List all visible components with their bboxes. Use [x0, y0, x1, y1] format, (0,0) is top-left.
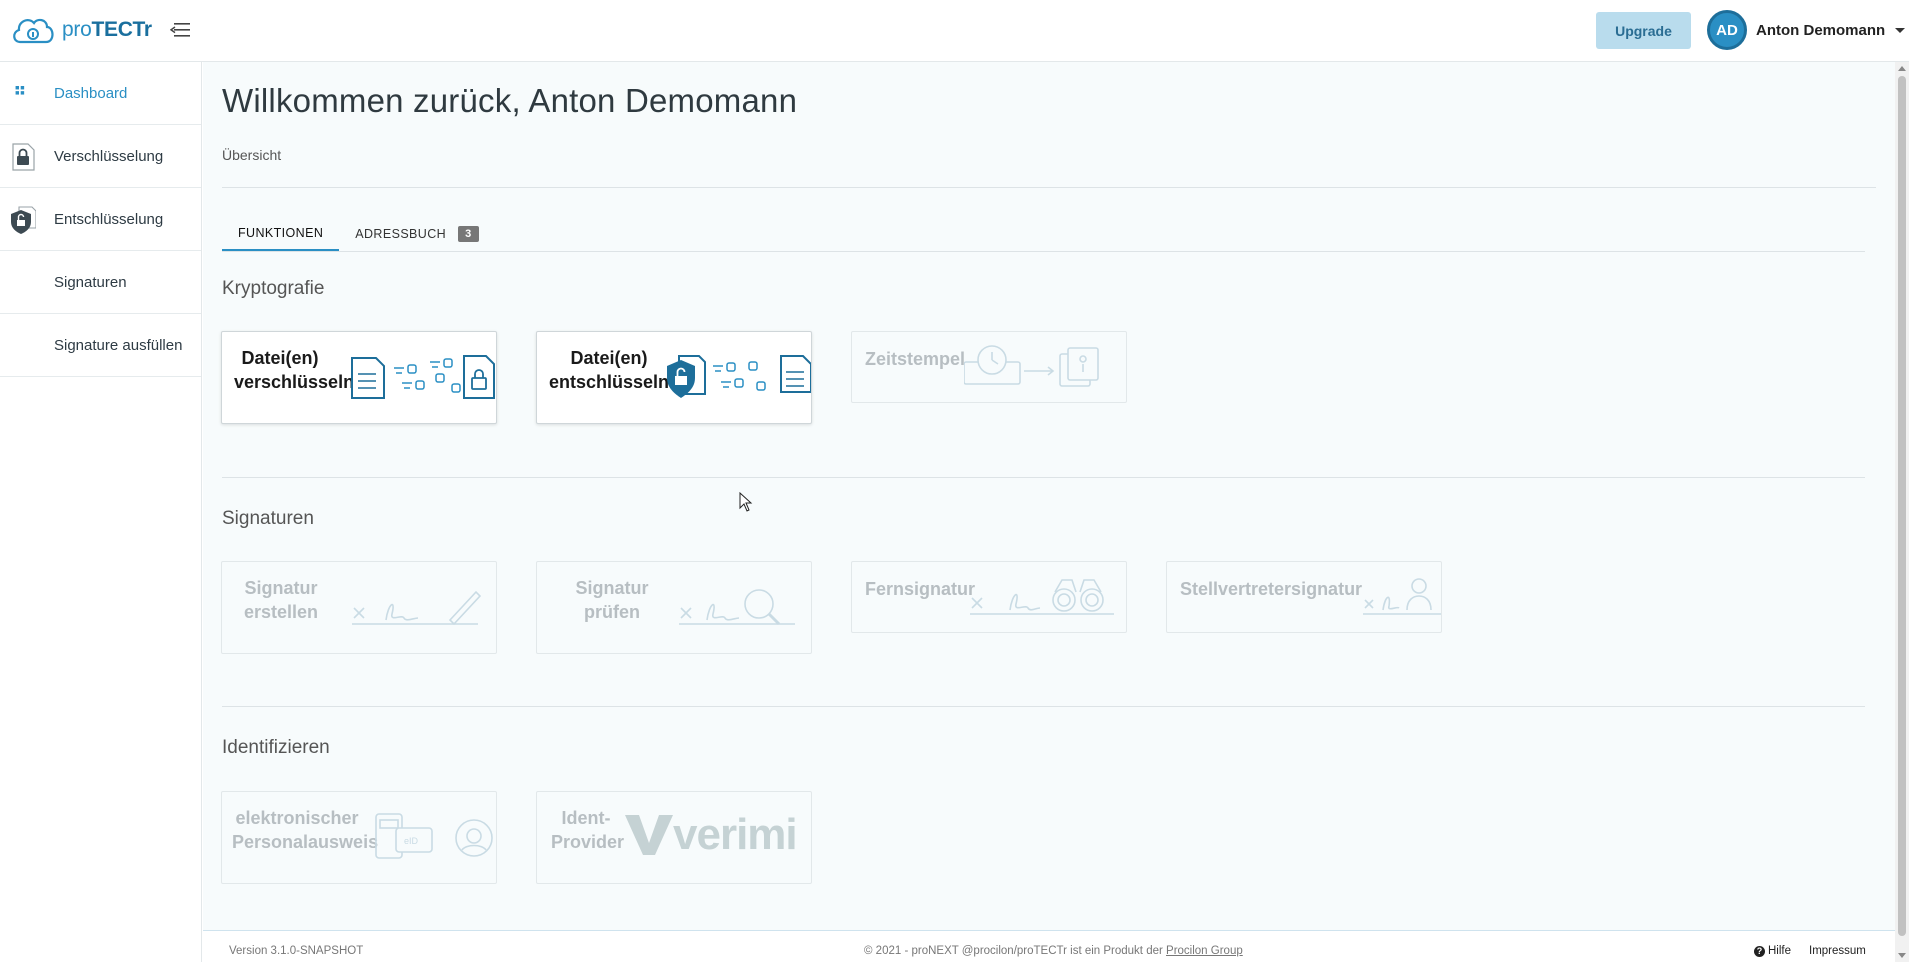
encrypt-files-icon	[351, 355, 495, 399]
avatar: AD	[1707, 10, 1747, 50]
dashboard-grid-icon	[15, 86, 25, 95]
card-label: Ident- Provider	[551, 808, 625, 852]
card-label: Datei(en) verschlüsseln	[234, 348, 355, 392]
sidebar-item-label: Signature ausfüllen	[54, 336, 183, 354]
scroll-up-icon[interactable]	[1898, 66, 1906, 71]
breadcrumb: Übersicht	[222, 147, 282, 163]
copyright-text: © 2021 - proNEXT @procilon/proTECTr ist …	[864, 945, 1243, 957]
tab-label: ADRESSBUCH	[355, 227, 447, 241]
verify-signature-icon	[679, 589, 795, 626]
user-menu[interactable]: AD Anton Demomann	[1707, 10, 1906, 50]
sidebar-item-label: Entschlüsselung	[54, 210, 164, 228]
card-label: Stellvertretersignatur	[1180, 579, 1363, 599]
sidebar-collapse-icon[interactable]	[169, 20, 192, 40]
section-title-kryptografie: Kryptografie	[222, 278, 325, 299]
id-card-icon: eID	[375, 813, 493, 859]
card-dateien-entschluesseln[interactable]: Datei(en) entschlüsseln	[536, 331, 812, 424]
count-badge: 3	[458, 226, 479, 242]
divider	[222, 706, 1865, 707]
card-zeitstempel: Zeitstempel	[851, 331, 1127, 403]
imprint-link[interactable]: Impressum	[1809, 945, 1866, 957]
app-logo[interactable]: proTECTr	[10, 12, 152, 48]
scrollbar-thumb[interactable]	[1898, 76, 1906, 936]
card-elektronischer-personalausweis: elektronischer Personalausweis eID	[221, 791, 497, 884]
remote-signature-icon	[970, 579, 1114, 615]
sidebar: Dashboard Verschlüsselung Entschlüsselun…	[0, 62, 202, 962]
page-title: Willkommen zurück, Anton Demomann	[222, 82, 798, 119]
create-signature-icon	[352, 590, 482, 626]
user-name: Anton Demomann	[1756, 21, 1886, 39]
scroll-down-icon[interactable]	[1898, 953, 1906, 958]
card-label: Signatur prüfen	[575, 578, 649, 622]
upgrade-button[interactable]: Upgrade	[1596, 12, 1691, 49]
card-label: elektronischer Personalausweis	[232, 808, 379, 852]
help-icon: ?	[1754, 945, 1765, 957]
sidebar-item-dashboard[interactable]: Dashboard	[0, 62, 201, 125]
scrollbar[interactable]	[1895, 62, 1909, 962]
help-link[interactable]: ? Hilfe	[1754, 945, 1791, 957]
sidebar-item-label: Dashboard	[54, 84, 128, 102]
mouse-cursor-icon	[739, 492, 753, 512]
sidebar-item-entschluesselung[interactable]: Entschlüsselung	[0, 188, 201, 251]
tab-adressbuch[interactable]: ADRESSBUCH 3	[339, 217, 494, 251]
timestamp-icon	[964, 345, 1099, 387]
procilon-link[interactable]: Procilon Group	[1166, 945, 1243, 957]
footer: Version 3.1.0-SNAPSHOT © 2021 - proNEXT …	[203, 930, 1895, 962]
section-title-signaturen: Signaturen	[222, 508, 314, 529]
tab-label: FUNKTIONEN	[238, 226, 324, 240]
proxy-signature-icon	[1363, 578, 1441, 615]
main-content: Willkommen zurück, Anton Demomann Übersi…	[203, 62, 1895, 930]
card-dateien-verschluesseln[interactable]: Datei(en) verschlüsseln	[221, 331, 497, 424]
divider	[222, 251, 1865, 252]
svg-text:eID: eID	[404, 836, 419, 846]
tab-funktionen[interactable]: FUNKTIONEN	[222, 217, 340, 251]
top-bar: proTECTr Upgrade AD Anton Demomann	[0, 0, 1909, 62]
card-label: Fernsignatur	[865, 579, 976, 599]
lock-document-icon	[12, 143, 35, 171]
card-signatur-pruefen: Signatur prüfen	[536, 561, 812, 654]
sidebar-item-verschluesselung[interactable]: Verschlüsselung	[0, 125, 201, 188]
card-label: Signatur erstellen	[243, 578, 319, 622]
sidebar-item-signature-ausfuellen[interactable]: Signature ausfüllen	[0, 314, 201, 377]
cloud-logo-icon	[13, 18, 54, 44]
card-signatur-erstellen: Signatur erstellen	[221, 561, 497, 654]
verimi-logo: verimi	[625, 810, 798, 860]
card-label: Zeitstempel	[865, 349, 966, 369]
chevron-down-icon	[1895, 27, 1906, 33]
divider	[222, 187, 1876, 188]
sidebar-item-label: Verschlüsselung	[54, 147, 164, 165]
section-title-identifizieren: Identifizieren	[222, 737, 330, 758]
card-ident-provider: Ident- Provider verimi	[536, 791, 812, 884]
tab-bar: FUNKTIONEN ADRESSBUCH 3	[222, 217, 495, 251]
verimi-brand-text: verimi	[673, 810, 798, 859]
verimi-v-icon	[625, 815, 673, 855]
card-label: Datei(en) entschlüsseln	[549, 348, 670, 392]
app-logo-text: proTECTr	[62, 18, 152, 41]
decrypt-files-icon	[667, 355, 811, 398]
unlock-shield-icon	[11, 206, 36, 234]
version-text: Version 3.1.0-SNAPSHOT	[229, 945, 364, 957]
sidebar-item-label: Signaturen	[54, 273, 127, 291]
card-stellvertretersignatur: Stellvertretersignatur	[1166, 561, 1442, 633]
sidebar-item-signaturen[interactable]: Signaturen	[0, 251, 201, 314]
card-fernsignatur: Fernsignatur	[851, 561, 1127, 633]
divider	[222, 477, 1865, 478]
